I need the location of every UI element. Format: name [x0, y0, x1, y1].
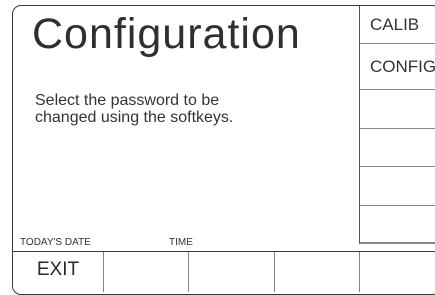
exit-button-label: EXIT	[36, 259, 80, 280]
softkey-bottom-3[interactable]	[189, 252, 274, 288]
softkey-config-label: CONFIG	[370, 56, 435, 76]
softkey-bottom-4[interactable]	[275, 252, 359, 288]
instruction-line-1: Select the password to be	[35, 92, 220, 109]
softkey-side-4[interactable]	[360, 129, 435, 167]
softkey-column-bottom-divider	[359, 243, 435, 244]
instruction-message: Select the password to be changed using …	[35, 92, 233, 126]
softkey-side-5[interactable]	[360, 167, 435, 206]
softkey-config[interactable]: CONFIG	[360, 44, 435, 90]
exit-button[interactable]: EXIT	[13, 252, 103, 288]
softkey-side-6[interactable]	[360, 206, 435, 243]
softkey-bottom-2[interactable]	[104, 252, 188, 288]
time-label: TIME	[169, 237, 193, 248]
page-title: Configuration	[32, 10, 301, 58]
softkey-calib-label: CALIB	[370, 14, 420, 34]
softkey-side-3[interactable]	[360, 90, 435, 129]
softkey-calib[interactable]: CALIB	[360, 6, 435, 44]
instruction-line-2: changed using the softkeys.	[35, 109, 234, 126]
todays-date-label: TODAY'S DATE	[20, 237, 91, 248]
softkey-bottom-5[interactable]	[360, 252, 435, 288]
